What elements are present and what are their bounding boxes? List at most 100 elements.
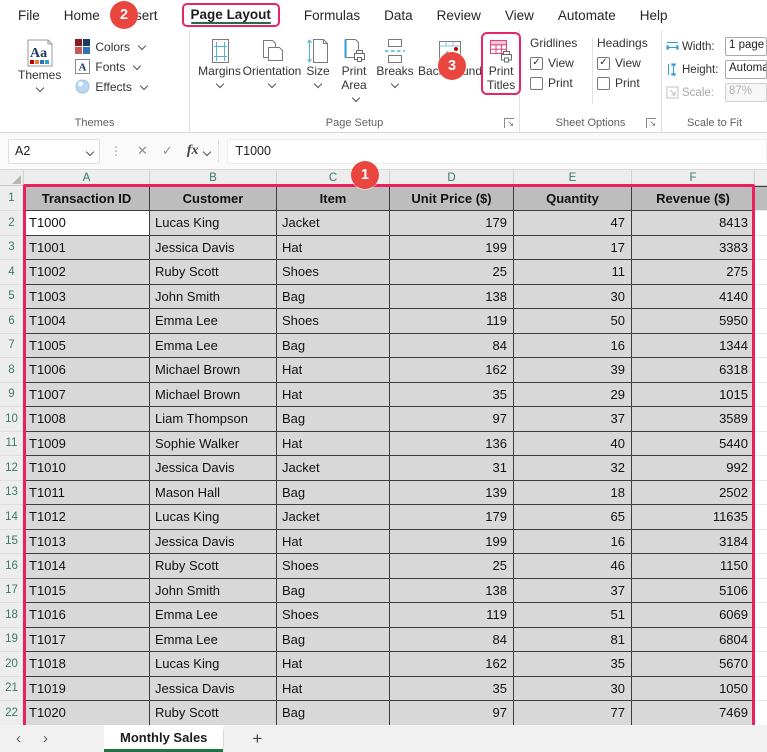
cancel-icon[interactable]: ✕: [137, 143, 148, 159]
cell-B13[interactable]: Mason Hall: [150, 481, 277, 506]
row-header-16[interactable]: 16: [0, 554, 24, 579]
cell-F20[interactable]: 5670: [632, 652, 755, 677]
menu-tab-file[interactable]: File: [18, 8, 40, 23]
cell-E16[interactable]: 46: [514, 554, 632, 579]
cell-F11[interactable]: 5440: [632, 432, 755, 457]
cell-A1[interactable]: Transaction ID: [24, 186, 150, 211]
row-header-1[interactable]: 1: [0, 186, 24, 211]
cell-A12[interactable]: T1010: [24, 456, 150, 481]
cell-C19[interactable]: Bag: [277, 628, 390, 653]
cell-C17[interactable]: Bag: [277, 579, 390, 604]
cell-C12[interactable]: Jacket: [277, 456, 390, 481]
cell-A2[interactable]: T1000: [24, 211, 150, 236]
cell-F13[interactable]: 2502: [632, 481, 755, 506]
cell-F15[interactable]: 3184: [632, 530, 755, 555]
height-field[interactable]: Automatic: [725, 60, 767, 79]
cell-F1[interactable]: Revenue ($): [632, 186, 755, 211]
cell-C4[interactable]: Shoes: [277, 260, 390, 285]
cell-A15[interactable]: T1013: [24, 530, 150, 555]
next-sheet-icon[interactable]: ›: [43, 730, 48, 747]
cell-B16[interactable]: Ruby Scott: [150, 554, 277, 579]
column-header-F[interactable]: F: [632, 170, 755, 185]
cell-C8[interactable]: Hat: [277, 358, 390, 383]
cell-E7[interactable]: 16: [514, 334, 632, 359]
cell-D4[interactable]: 25: [390, 260, 514, 285]
cell-C14[interactable]: Jacket: [277, 505, 390, 530]
row-header-15[interactable]: 15: [0, 530, 24, 555]
cell-D15[interactable]: 199: [390, 530, 514, 555]
cell-E13[interactable]: 18: [514, 481, 632, 506]
cell-D18[interactable]: 119: [390, 603, 514, 628]
print-titles-button[interactable]: Print Titles: [483, 36, 519, 95]
cell-C5[interactable]: Bag: [277, 285, 390, 310]
cell-C2[interactable]: Jacket: [277, 211, 390, 236]
cell-B17[interactable]: John Smith: [150, 579, 277, 604]
cell-E17[interactable]: 37: [514, 579, 632, 604]
cell-E3[interactable]: 17: [514, 236, 632, 261]
cell-E10[interactable]: 37: [514, 407, 632, 432]
cell-A11[interactable]: T1009: [24, 432, 150, 457]
empty-cell[interactable]: [755, 236, 767, 261]
cell-D3[interactable]: 199: [390, 236, 514, 261]
cell-F5[interactable]: 4140: [632, 285, 755, 310]
orientation-button[interactable]: Orientation: [245, 36, 299, 89]
menu-tab-formulas[interactable]: Formulas: [304, 8, 360, 23]
row-header-12[interactable]: 12: [0, 456, 24, 481]
headings-print-checkbox[interactable]: Print: [597, 76, 657, 90]
cell-C9[interactable]: Hat: [277, 383, 390, 408]
cell-C16[interactable]: Shoes: [277, 554, 390, 579]
empty-cell[interactable]: [755, 456, 767, 481]
cell-D7[interactable]: 84: [390, 334, 514, 359]
row-header-2[interactable]: 2: [0, 211, 24, 236]
cell-B9[interactable]: Michael Brown: [150, 383, 277, 408]
empty-cell[interactable]: [755, 186, 767, 211]
cell-E12[interactable]: 32: [514, 456, 632, 481]
cell-B10[interactable]: Liam Thompson: [150, 407, 277, 432]
cell-B19[interactable]: Emma Lee: [150, 628, 277, 653]
cell-D9[interactable]: 35: [390, 383, 514, 408]
empty-cell[interactable]: [755, 309, 767, 334]
formula-input[interactable]: T1000: [227, 139, 767, 164]
menu-tab-data[interactable]: Data: [384, 8, 413, 23]
cell-C7[interactable]: Bag: [277, 334, 390, 359]
empty-cell[interactable]: [755, 554, 767, 579]
row-header-19[interactable]: 19: [0, 628, 24, 653]
cell-B8[interactable]: Michael Brown: [150, 358, 277, 383]
cell-A6[interactable]: T1004: [24, 309, 150, 334]
cell-B22[interactable]: Ruby Scott: [150, 701, 277, 726]
column-header-A[interactable]: A: [24, 170, 150, 185]
cell-C1[interactable]: Item: [277, 186, 390, 211]
breaks-button[interactable]: Breaks: [373, 36, 417, 89]
empty-cell[interactable]: [755, 407, 767, 432]
cell-F12[interactable]: 992: [632, 456, 755, 481]
themes-button[interactable]: Aa Themes: [14, 36, 65, 93]
row-header-21[interactable]: 21: [0, 677, 24, 702]
column-header-B[interactable]: B: [150, 170, 277, 185]
empty-cell[interactable]: [755, 579, 767, 604]
cell-A4[interactable]: T1002: [24, 260, 150, 285]
cell-B12[interactable]: Jessica Davis: [150, 456, 277, 481]
cell-C13[interactable]: Bag: [277, 481, 390, 506]
cell-A18[interactable]: T1016: [24, 603, 150, 628]
cell-A10[interactable]: T1008: [24, 407, 150, 432]
row-header-8[interactable]: 8: [0, 358, 24, 383]
empty-cell[interactable]: [755, 432, 767, 457]
cell-E1[interactable]: Quantity: [514, 186, 632, 211]
cell-C20[interactable]: Hat: [277, 652, 390, 677]
row-header-4[interactable]: 4: [0, 260, 24, 285]
empty-cell[interactable]: [755, 628, 767, 653]
cell-E20[interactable]: 35: [514, 652, 632, 677]
empty-cell[interactable]: [755, 358, 767, 383]
insert-function-icon[interactable]: fx: [187, 143, 199, 159]
cell-F14[interactable]: 11635: [632, 505, 755, 530]
row-header-3[interactable]: 3: [0, 236, 24, 261]
cell-E11[interactable]: 40: [514, 432, 632, 457]
cell-F21[interactable]: 1050: [632, 677, 755, 702]
menu-tab-home[interactable]: Home: [64, 8, 100, 23]
cell-D16[interactable]: 25: [390, 554, 514, 579]
cell-F4[interactable]: 275: [632, 260, 755, 285]
cell-B2[interactable]: Lucas King: [150, 211, 277, 236]
empty-cell[interactable]: [755, 603, 767, 628]
menu-tab-page-layout[interactable]: Page Layout: [182, 3, 280, 27]
cell-D1[interactable]: Unit Price ($): [390, 186, 514, 211]
